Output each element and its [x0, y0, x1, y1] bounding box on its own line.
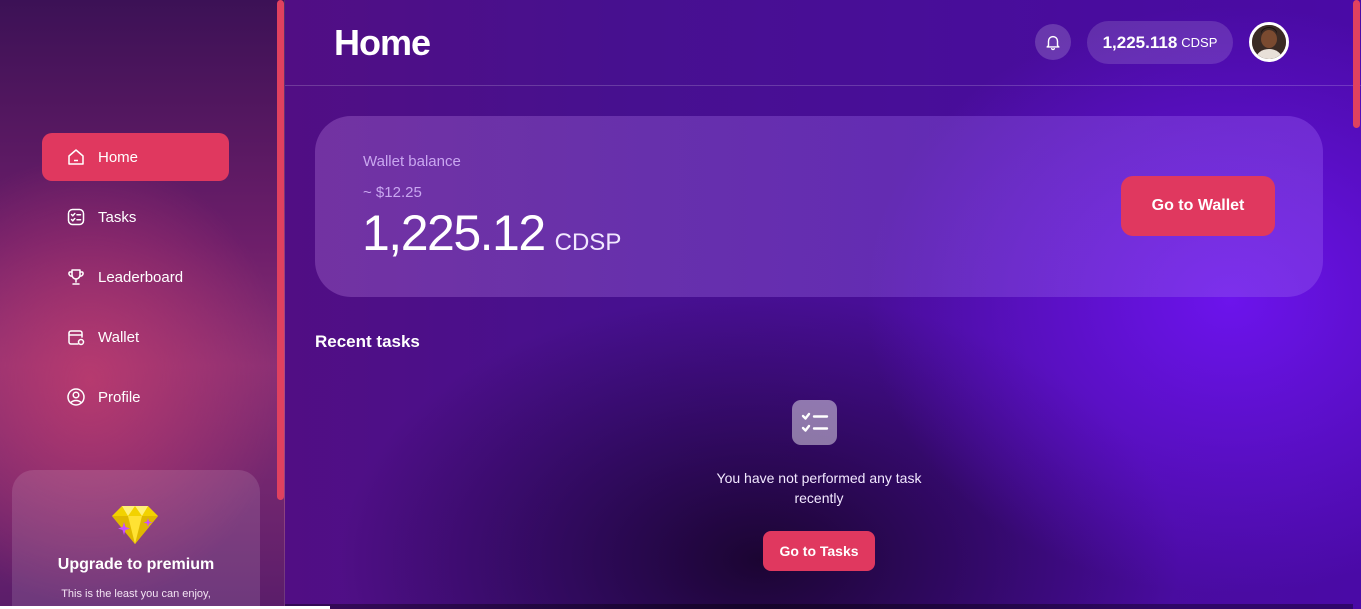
sidebar-item-label: Home	[98, 148, 139, 166]
wallet-card: Wallet balance ~ $12.25 1,225.12 CDSP Go…	[315, 116, 1323, 297]
go-to-wallet-button[interactable]: Go to Wallet	[1121, 176, 1275, 236]
sidebar-item-home[interactable]: Home	[42, 133, 229, 181]
sidebar: Home Tasks Leaderboard Wallet Profile Up…	[0, 0, 285, 609]
page-title: Home	[334, 22, 431, 63]
diamond-icon	[112, 506, 158, 544]
wallet-unit: CDSP	[554, 229, 622, 256]
sidebar-item-tasks[interactable]: Tasks	[42, 193, 229, 241]
wallet-amount: 1,225.12 CDSP	[362, 204, 621, 262]
sidebar-item-leaderboard[interactable]: Leaderboard	[42, 253, 229, 301]
bell-icon	[1046, 35, 1060, 51]
header: Home 1,225.118 CDSP	[285, 0, 1361, 86]
tasks-icon	[66, 207, 86, 227]
wallet-label: Wallet balance	[363, 153, 461, 170]
balance-amount: 1,225.118	[1102, 32, 1178, 52]
user-avatar-image	[1252, 25, 1286, 59]
wallet-value: 1,225.12	[362, 205, 546, 261]
wallet-icon	[66, 327, 86, 347]
trophy-icon	[66, 267, 86, 287]
sidebar-item-label: Profile	[98, 388, 141, 406]
premium-card[interactable]: Upgrade to premium This is the least you…	[12, 470, 260, 609]
avatar[interactable]	[1249, 22, 1289, 62]
balance-unit: CDSP	[1181, 35, 1218, 50]
sidebar-item-label: Wallet	[98, 328, 140, 346]
wallet-usd-value: ~ $12.25	[363, 184, 422, 201]
go-to-tasks-button[interactable]: Go to Tasks	[763, 531, 875, 571]
horizontal-scrollbar-track[interactable]	[285, 604, 1353, 609]
recent-tasks-title: Recent tasks	[315, 332, 420, 351]
sidebar-item-profile[interactable]: Profile	[42, 373, 229, 421]
sidebar-item-label: Tasks	[98, 208, 137, 226]
sidebar-item-wallet[interactable]: Wallet	[42, 313, 229, 361]
sidebar-item-label: Leaderboard	[98, 268, 184, 286]
main-scrollbar[interactable]	[1353, 0, 1360, 128]
checklist-icon	[792, 400, 837, 445]
balance-pill[interactable]: 1,225.118 CDSP	[1087, 21, 1233, 64]
premium-subtitle: This is the least you can enjoy,	[61, 588, 211, 600]
premium-title: Upgrade to premium	[57, 556, 215, 573]
sidebar-scrollbar[interactable]	[277, 0, 284, 500]
app-window: Home Tasks Leaderboard Wallet Profile Up…	[0, 0, 1361, 609]
notification-button[interactable]	[1035, 24, 1071, 60]
home-icon	[66, 147, 86, 167]
sidebar-nav: Home Tasks Leaderboard Wallet Profile	[42, 133, 229, 433]
user-icon	[66, 387, 86, 407]
empty-tasks-message: You have not performed any task recently	[716, 470, 922, 506]
